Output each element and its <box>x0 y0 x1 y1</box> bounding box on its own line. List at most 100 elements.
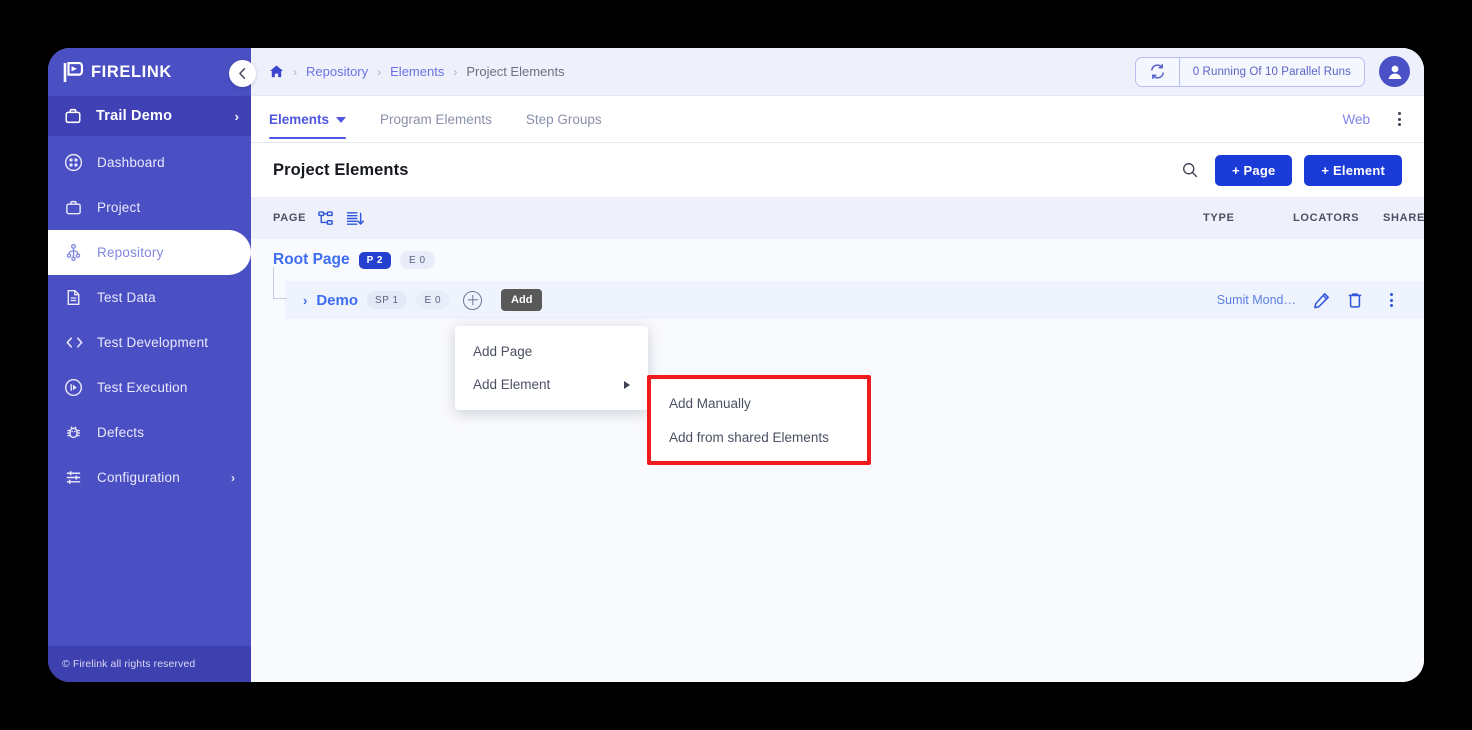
brand-name: FIRELINK <box>91 62 172 81</box>
sidebar-item-label: Configuration <box>97 470 180 485</box>
elements-tree: Root Page P 2 E 0 › Demo SP 1 E 0 Add Su… <box>251 239 1424 682</box>
menu-item-add-manually[interactable]: Add Manually <box>651 386 867 420</box>
brand-header: FIRELINK <box>48 48 251 96</box>
root-pages-badge: P 2 <box>358 251 391 269</box>
sort-lines-down-icon[interactable] <box>345 210 365 227</box>
add-page-button[interactable]: + Page <box>1214 154 1293 186</box>
sidebar-item-label: Test Execution <box>97 380 188 395</box>
briefcase-icon <box>64 198 88 217</box>
firelink-logo-icon <box>62 61 84 83</box>
sidebar-project-selector[interactable]: Trail Demo › <box>48 96 251 136</box>
column-header-shared: SHARED <box>1383 212 1424 224</box>
sidebar-project-label: Trail Demo <box>96 108 173 124</box>
chevron-right-icon[interactable]: › <box>303 293 307 308</box>
table-row-root-page[interactable]: Root Page P 2 E 0 <box>251 239 1424 281</box>
page-header: Project Elements + Page + Element <box>251 143 1424 197</box>
platform-web-label[interactable]: Web <box>1342 112 1370 127</box>
tabs-bar: Elements Program Elements Step Groups We… <box>251 96 1424 143</box>
app-window: FIRELINK Trail Demo › Dashboard Project … <box>48 48 1424 682</box>
menu-item-add-from-shared-elements[interactable]: Add from shared Elements <box>651 420 867 454</box>
sidebar-collapse-toggle[interactable] <box>229 60 256 87</box>
breadcrumb-repository[interactable]: Repository <box>306 64 368 79</box>
sidebar-item-test-development[interactable]: Test Development <box>48 320 251 365</box>
parallel-runs-text: 0 Running Of 10 Parallel Runs <box>1192 65 1351 78</box>
column-header-page: PAGE <box>273 210 365 227</box>
tab-label: Step Groups <box>525 112 602 127</box>
tab-program-elements[interactable]: Program Elements <box>380 112 492 139</box>
more-vertical-icon[interactable] <box>1388 108 1410 130</box>
context-menu: Add Page Add Element <box>455 326 648 410</box>
hierarchy-tree-icon[interactable] <box>317 210 334 227</box>
sidebar-item-label: Defects <box>97 425 145 440</box>
chevron-right-icon: › <box>231 470 235 485</box>
sidebar-item-test-data[interactable]: Test Data <box>48 275 251 320</box>
sidebar-item-configuration[interactable]: Configuration › <box>48 455 251 500</box>
refresh-icon[interactable] <box>1136 57 1180 86</box>
briefcase-icon <box>64 107 86 125</box>
menu-item-label: Add Manually <box>669 395 751 411</box>
tab-label: Elements <box>269 112 330 127</box>
play-circle-icon <box>64 378 88 397</box>
repository-node-icon <box>64 243 88 262</box>
add-element-button[interactable]: + Element <box>1304 154 1402 186</box>
sidebar-item-label: Test Data <box>97 290 156 305</box>
menu-item-label: Add Page <box>473 344 533 359</box>
code-brackets-icon <box>64 333 88 352</box>
sidebar-item-label: Repository <box>97 245 164 260</box>
menu-item-label: Add from shared Elements <box>669 429 829 445</box>
sidebar-footer: © Firelink all rights reserved <box>48 646 251 682</box>
row-actions: Sumit Mond… <box>1217 289 1424 311</box>
more-vertical-icon[interactable] <box>1380 289 1402 311</box>
breadcrumb-project-elements: Project Elements <box>466 64 565 79</box>
sidebar: FIRELINK Trail Demo › Dashboard Project … <box>48 48 251 682</box>
sidebar-item-label: Project <box>97 200 141 215</box>
chevron-right-icon: › <box>234 108 239 124</box>
submenu: Add Manually Add from shared Elements <box>651 379 867 461</box>
table-row[interactable]: › Demo SP 1 E 0 Add Sumit Mond… <box>273 267 1424 319</box>
sidebar-item-test-execution[interactable]: Test Execution <box>48 365 251 410</box>
topbar-right: 0 Running Of 10 Parallel Runs <box>1134 56 1410 87</box>
bug-icon <box>64 423 88 442</box>
sidebar-item-defects[interactable]: Defects <box>48 410 251 455</box>
pencil-icon[interactable] <box>1313 292 1330 309</box>
child-elements-badge: E 0 <box>415 291 451 309</box>
dashboard-grid-icon <box>64 153 88 172</box>
sliders-icon <box>64 468 88 487</box>
page-header-actions: + Page + Element <box>1177 154 1402 186</box>
tab-step-groups[interactable]: Step Groups <box>526 112 602 139</box>
tree-connector-line <box>273 267 287 299</box>
chevron-left-icon <box>239 68 246 79</box>
sidebar-item-repository[interactable]: Repository <box>48 230 251 275</box>
sidebar-item-label: Dashboard <box>97 155 165 170</box>
trash-icon[interactable] <box>1347 292 1363 309</box>
menu-item-add-page[interactable]: Add Page <box>455 335 648 368</box>
root-elements-badge: E 0 <box>400 251 435 269</box>
breadcrumb: › Repository › Elements › Project Elemen… <box>269 64 565 79</box>
add-tooltip: Add <box>501 289 543 311</box>
search-icon[interactable] <box>1177 157 1203 183</box>
child-page-title: Demo <box>316 291 359 309</box>
topbar: › Repository › Elements › Project Elemen… <box>251 48 1424 96</box>
parallel-runs-status: 0 Running Of 10 Parallel Runs <box>1134 56 1365 87</box>
tab-elements[interactable]: Elements <box>269 112 347 139</box>
column-header-type: TYPE <box>1203 212 1235 224</box>
tab-label: Program Elements <box>380 112 492 127</box>
menu-item-add-element[interactable]: Add Element <box>455 368 648 401</box>
main-content: › Repository › Elements › Project Elemen… <box>251 48 1424 682</box>
plus-circle-icon[interactable] <box>463 290 483 310</box>
sidebar-item-project[interactable]: Project <box>48 185 251 230</box>
breadcrumb-separator: › <box>293 64 297 79</box>
submenu-highlight-box: Add Manually Add from shared Elements <box>647 375 871 465</box>
column-header-locators: LOCATORS <box>1293 212 1360 224</box>
tabs-right: Web <box>1342 108 1410 130</box>
sidebar-item-label: Test Development <box>97 335 209 350</box>
sidebar-item-dashboard[interactable]: Dashboard <box>48 140 251 185</box>
user-avatar-icon[interactable] <box>1379 56 1410 87</box>
column-label-page: PAGE <box>273 212 307 224</box>
modified-by-value: Sumit Mond… <box>1216 293 1296 307</box>
sidebar-nav: Dashboard Project Repository Test Data T… <box>48 136 251 646</box>
menu-item-label: Add Element <box>473 377 551 392</box>
breadcrumb-elements[interactable]: Elements <box>390 64 444 79</box>
home-icon[interactable] <box>269 64 284 79</box>
breadcrumb-separator: › <box>377 64 382 79</box>
